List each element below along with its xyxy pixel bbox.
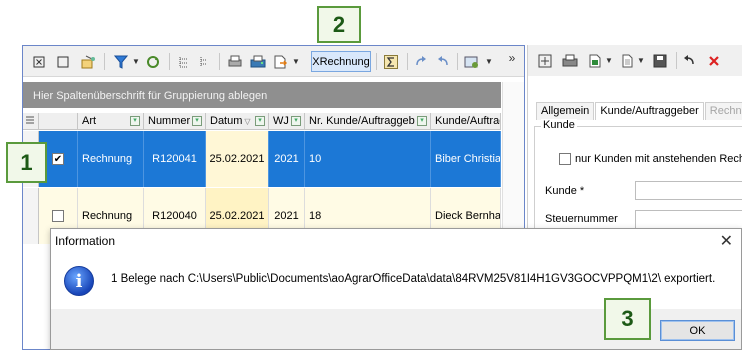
toolbar-separator — [676, 52, 677, 69]
callout-marker-2: 2 — [317, 6, 361, 43]
toolbar-separator — [104, 53, 105, 70]
close-box-icon[interactable] — [29, 52, 49, 71]
close-icon[interactable]: ✕ — [720, 231, 733, 251]
delete-icon[interactable] — [704, 51, 724, 70]
save-icon[interactable] — [650, 51, 670, 70]
tab-allgemein[interactable]: Allgemein — [536, 102, 595, 120]
document-icon[interactable] — [618, 51, 636, 70]
group-title: Kunde — [541, 119, 577, 131]
tab-kunde-auftraggeber[interactable]: Kunde/Auftraggeber — [595, 102, 704, 120]
column-header-nummer-label: Nummer — [148, 115, 191, 127]
printer-icon[interactable] — [560, 51, 580, 70]
column-header-wj-label: WJ — [273, 115, 289, 127]
select-tool-icon[interactable] — [77, 52, 99, 71]
sum-icon[interactable] — [381, 52, 401, 71]
export-dropdown-icon[interactable]: ▼ — [291, 52, 301, 71]
column-header-art[interactable]: Art ▾ — [78, 113, 144, 130]
group-by-bar[interactable]: Hier Spaltenüberschrift für Gruppierung … — [23, 82, 501, 108]
tab-rechnung[interactable]: Rechnu — [704, 102, 742, 120]
toolbar-separator — [219, 53, 220, 70]
dialog-message: 1 Belege nach C:\Users\Public\Documents\… — [111, 273, 716, 285]
refresh-filter-icon[interactable] — [143, 52, 163, 71]
column-header-art-label: Art — [82, 115, 97, 127]
callout-marker-3: 3 — [604, 298, 651, 340]
cell-datum: 25.02.2021 — [206, 131, 269, 187]
cell-kunde: Biber Christian — [431, 131, 501, 187]
toolbar-separator — [376, 53, 377, 70]
xrechnung-button[interactable]: XRechnung — [311, 51, 371, 72]
column-header-nr-kunde[interactable]: Nr. Kunde/Auftraggeb ▾ — [305, 113, 431, 130]
move-icon[interactable] — [536, 51, 554, 70]
cell-art: Rechnung — [78, 131, 144, 187]
filter-icon[interactable] — [109, 52, 133, 71]
kunde-field[interactable] — [635, 181, 742, 200]
information-icon: i — [64, 266, 94, 296]
column-header-nummer[interactable]: Nummer ▾ — [144, 113, 206, 130]
column-header-datum-label: Datum — [210, 115, 243, 127]
cell-wj: 2021 — [269, 131, 305, 187]
table-row[interactable]: ✔ Rechnung R120041 25.02.2021 2021 10 Bi… — [23, 131, 501, 187]
undo-icon[interactable] — [680, 51, 698, 70]
sort-descending-icon: ▽ — [244, 117, 251, 126]
pending-invoices-checkbox[interactable] — [559, 153, 571, 165]
pending-invoices-label: nur Kunden mit anstehenden Rechn — [575, 153, 742, 165]
filter-icon[interactable]: ▾ — [417, 116, 427, 126]
group-expand-icon[interactable] — [175, 52, 193, 71]
print-preview-icon[interactable] — [225, 52, 245, 71]
steuernummer-field[interactable] — [635, 210, 742, 229]
redo-icon[interactable] — [411, 52, 431, 71]
row-indicator — [23, 188, 39, 244]
toolbar-separator — [457, 53, 458, 70]
filter-icon[interactable]: ▾ — [291, 116, 301, 126]
excel-dropdown-icon[interactable]: ▼ — [604, 51, 614, 70]
list-toolbar: ▼ ▼ XRechnung ▼ » — [23, 46, 524, 77]
cell-nummer: R120041 — [144, 131, 206, 187]
filter-icon[interactable]: ▾ — [130, 116, 140, 126]
filter-icon[interactable]: ▾ — [192, 116, 202, 126]
filter-dropdown-icon[interactable]: ▼ — [131, 52, 141, 71]
document-dropdown-icon[interactable]: ▼ — [636, 51, 646, 70]
undo-icon[interactable] — [433, 52, 453, 71]
dialog-titlebar: Information — [51, 229, 741, 253]
column-header-kunde-label: Kunde/Auftrag — [435, 115, 501, 127]
column-header-nr-kunde-label: Nr. Kunde/Auftraggeb — [309, 115, 415, 127]
detail-tabs: Allgemein Kunde/Auftraggeber Rechnu — [536, 102, 742, 120]
checkbox-empty-icon[interactable] — [53, 52, 73, 71]
filter-icon[interactable]: ▾ — [255, 116, 265, 126]
layout-dropdown-icon[interactable]: ▼ — [484, 52, 494, 71]
cell-nr-kunde: 10 — [305, 131, 431, 187]
toolbar-separator — [407, 53, 408, 70]
dialog-title: Information — [55, 234, 116, 248]
column-header-wj[interactable]: WJ ▾ — [269, 113, 305, 130]
toolbar-separator — [169, 53, 170, 70]
excel-export-icon[interactable] — [586, 51, 604, 70]
detail-toolbar: ▼ ▼ — [528, 45, 742, 76]
printer-icon[interactable] — [247, 52, 269, 71]
group-collapse-icon[interactable] — [195, 52, 213, 71]
toolbar-overflow-icon[interactable]: » — [505, 48, 519, 67]
column-chooser-icon[interactable] — [23, 113, 39, 130]
column-header-select[interactable] — [39, 113, 78, 130]
column-header-kunde[interactable]: Kunde/Auftrag — [431, 113, 501, 130]
callout-marker-1: 1 — [6, 142, 47, 183]
layout-icon[interactable] — [461, 52, 483, 71]
row-checkbox[interactable]: ✔ — [52, 153, 64, 165]
column-header-datum[interactable]: Datum ▽ ▾ — [206, 113, 269, 130]
steuernummer-label: Steuernummer — [545, 213, 618, 225]
kunde-label: Kunde * — [545, 185, 585, 197]
row-checkbox[interactable] — [52, 210, 64, 222]
export-document-icon[interactable] — [271, 52, 289, 71]
ok-button[interactable]: OK — [660, 320, 735, 341]
